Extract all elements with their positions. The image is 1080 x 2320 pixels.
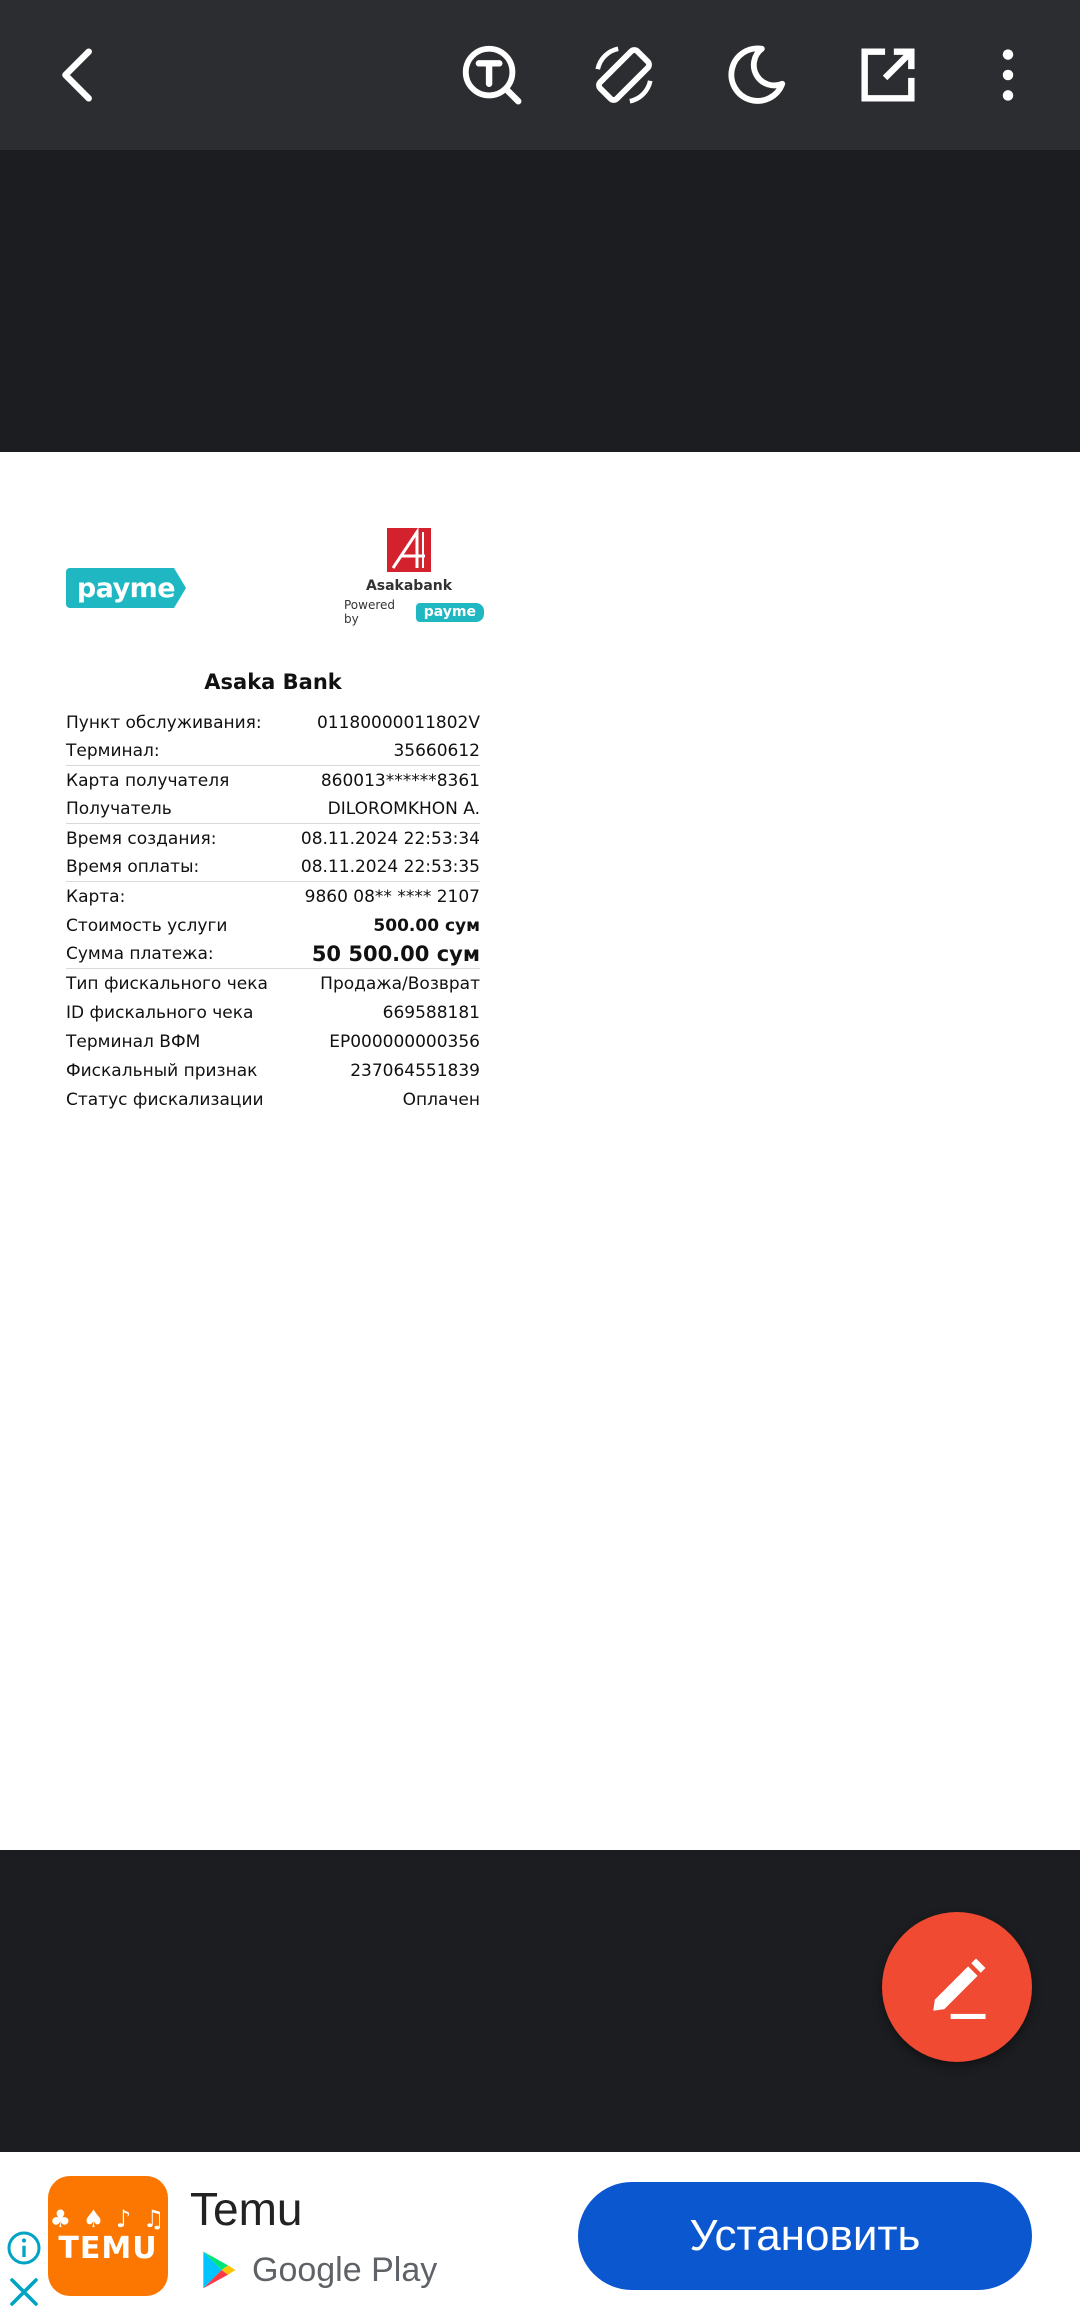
receipt-row-label: Фискальный признак (66, 1060, 258, 1081)
receipt-row: Получатель DILOROMKHON A. (66, 795, 480, 824)
receipt-row-label: Время создания: (66, 828, 217, 849)
night-mode-icon (728, 45, 786, 104)
text-search-button[interactable] (452, 35, 532, 115)
receipt-row-value: Продажа/Возврат (320, 973, 480, 994)
receipt-row-label: Терминал ВФМ (66, 1031, 201, 1052)
google-play-badge: Google Play (196, 2248, 437, 2292)
payme-logo-text: payme (76, 572, 176, 604)
receipt-row-label: Тип фискального чека (66, 973, 268, 994)
asakabank-mark-icon (387, 528, 431, 572)
receipt-row-value: EP000000000356 (329, 1031, 480, 1052)
asakabank-name: Asakabank (365, 578, 453, 594)
receipt-row-value: 237064551839 (350, 1060, 480, 1081)
receipt-row: Тип фискального чека Продажа/Возврат (66, 969, 480, 998)
receipt-row: Статус фискализации Оплачен (66, 1085, 480, 1114)
receipt-row: Терминал: 35660612 (66, 737, 480, 766)
rotate-screen-button[interactable] (584, 35, 664, 115)
receipt-row-label: Время оплаты: (66, 857, 200, 877)
google-play-icon (203, 2251, 236, 2289)
install-button[interactable]: Установить (578, 2182, 1032, 2290)
open-external-button[interactable] (848, 35, 928, 115)
text-search-icon (462, 45, 522, 105)
ad-banner[interactable]: ♣ ♠ ♪ ♫ TEMU Temu Google Play Установить (0, 2152, 1080, 2320)
receipt-row-label: Пункт обслуживания: (66, 712, 262, 733)
receipt-row-value: DILOROMKHON A. (327, 799, 480, 819)
receipt-row-label: Терминал: (66, 741, 160, 761)
powered-by-text: Powered by (344, 598, 396, 626)
viewer-background-top (0, 150, 1080, 452)
receipt-row-value: 01180000011802V (316, 712, 480, 733)
receipt-row-label: Получатель (66, 799, 172, 819)
document-page[interactable]: payme Asakabank Powered by payme Asaka B… (0, 452, 1080, 1850)
back-button[interactable] (40, 35, 120, 115)
receipt-row: Стоимость услуги 500.00 сум (66, 911, 480, 940)
rotate-screen-icon (595, 46, 653, 104)
receipt-row-label: Карта: (66, 886, 126, 907)
receipt-row: Терминал ВФМ EP000000000356 (66, 1027, 480, 1056)
receipt-row-label: Статус фискализации (66, 1089, 264, 1110)
receipt-row-value: Оплачен (402, 1089, 480, 1110)
edit-pencil-icon (933, 1958, 986, 2019)
google-play-label: Google Play (252, 2250, 438, 2289)
ad-app-name[interactable]: Temu (190, 2182, 302, 2236)
receipt-row: Карта: 9860 08** **** 2107 (66, 882, 480, 911)
night-mode-button[interactable] (716, 35, 796, 115)
receipt-row-label: Карта получателя (66, 770, 230, 791)
receipt-row: Пункт обслуживания: 01180000011802V (66, 708, 480, 737)
more-vert-icon (1002, 49, 1014, 101)
powered-by: Powered by payme (344, 598, 484, 626)
receipt-row-label: Стоимость услуги (66, 915, 228, 936)
ad-close-icon[interactable] (6, 2274, 42, 2310)
edit-fab-button[interactable] (882, 1912, 1032, 2062)
ad-info-icon[interactable] (6, 2230, 42, 2266)
more-options-button[interactable] (968, 35, 1048, 115)
receipt-row: ID фискального чека 669588181 (66, 998, 480, 1027)
top-toolbar (0, 0, 1080, 150)
receipt-row-label: ID фискального чека (66, 1002, 254, 1023)
temu-icon-text: TEMU (58, 2231, 158, 2266)
receipt-row: Время оплаты: 08.11.2024 22:53:35 (66, 853, 480, 882)
open-external-icon (861, 48, 915, 102)
receipt-row-value: 08.11.2024 22:53:34 (300, 828, 480, 849)
powered-by-payme: payme (415, 602, 484, 622)
receipt-row-value: 500.00 сум (373, 915, 480, 936)
receipt-row: Время создания: 08.11.2024 22:53:34 (66, 824, 480, 853)
receipt-row: Фискальный признак 237064551839 (66, 1056, 480, 1085)
receipt-row: Сумма платежа: 50 500.00 сум (66, 940, 480, 969)
temu-icon-glyphs: ♣ ♠ ♪ ♫ (49, 2205, 167, 2233)
back-icon (62, 48, 92, 102)
receipt-row-value: 08.11.2024 22:53:35 (300, 857, 480, 877)
receipt-title: Asaka Bank (204, 670, 342, 694)
receipt-rows: Пункт обслуживания: 01180000011802V Термин… (66, 708, 480, 1114)
receipt-row-value: 9860 08** **** 2107 (304, 886, 480, 907)
asakabank-logo: Asakabank Powered by payme (344, 528, 484, 626)
receipt-row-label: Сумма платежа: (66, 944, 214, 964)
temu-app-icon[interactable]: ♣ ♠ ♪ ♫ TEMU (48, 2176, 168, 2296)
receipt-row: Карта получателя 860013******8361 (66, 766, 480, 795)
receipt-row-value: 669588181 (382, 1002, 480, 1023)
payme-logo: payme (66, 568, 186, 608)
receipt-row-value: 35660612 (393, 741, 480, 761)
receipt-row-value: 860013******8361 (320, 770, 480, 791)
receipt-row-value: 50 500.00 сум (311, 942, 480, 966)
